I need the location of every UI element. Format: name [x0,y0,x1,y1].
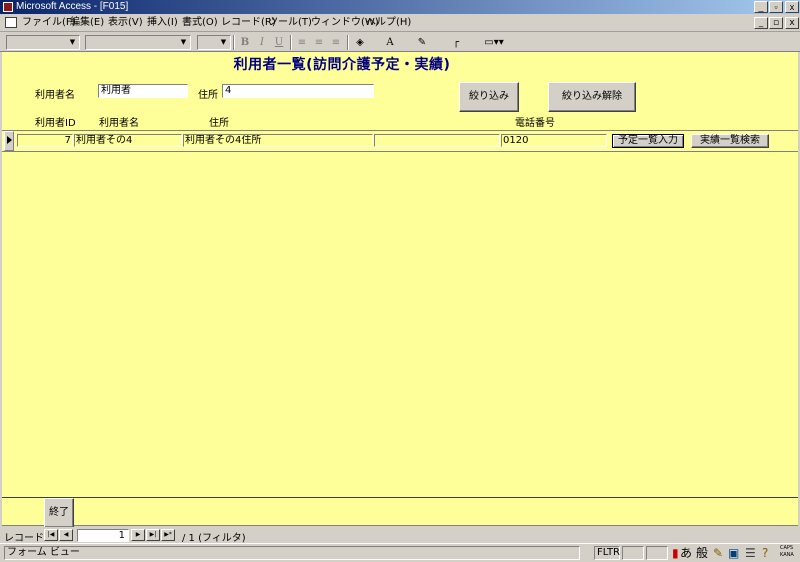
doc-close-button[interactable]: x [785,17,799,29]
title-bar: Microsoft Access - [F015] _ ▫ x [0,0,800,14]
fill-color-icon[interactable]: ◈ [352,35,368,50]
address-filter-input[interactable]: 4 [222,84,374,98]
doc-restore-button[interactable]: ▫ [769,17,783,29]
underline-button[interactable]: U [271,35,287,50]
caps-indicator: CAPS [780,545,794,551]
address-filter-label: 住所 [198,90,218,101]
object-combo[interactable]: ▼ [6,35,80,50]
menu-bar: ファイル(F) 編集(E) 表示(V) 挿入(I) 書式(O) レコード(R) … [0,14,800,32]
header-user-name: 利用者名 [99,118,139,129]
align-right-icon[interactable]: ≡ [328,35,344,50]
record-selector[interactable] [4,131,14,151]
font-color-icon[interactable]: A [382,35,398,50]
user-name-field[interactable]: 利用者その4 [74,134,182,147]
ime-help-icon[interactable]: ? [762,546,768,560]
minimize-button[interactable]: _ [754,1,768,13]
phone-field[interactable]: 0120 [501,134,607,147]
italic-button[interactable]: I [254,35,270,50]
exit-button[interactable]: 終了 [44,498,74,528]
form-body: 利用者一覧(訪問介護予定・実績) 利用者名 利用者 住所 4 絞り込み 絞り込み… [2,52,798,528]
menu-file[interactable]: ファイル(F) [22,16,76,30]
menu-tools[interactable]: ツール(T) [268,16,312,30]
ime-tool-icon[interactable]: ✎ [713,546,723,560]
menu-edit[interactable]: 編集(E) [70,16,104,30]
ime-pad-icon[interactable]: ▣ [728,546,739,560]
apply-filter-button[interactable]: 絞り込み [459,82,519,112]
toolbar-separator [347,35,349,50]
name-filter-label: 利用者名 [35,90,75,101]
ime-hiragana[interactable]: あ [680,546,692,560]
access-app-icon [3,2,13,12]
doc-minimize-button[interactable]: _ [754,17,768,29]
footer-divider [2,497,798,498]
next-record-icon[interactable]: ▶ [131,529,145,541]
menu-insert[interactable]: 挿入(I) [147,16,178,30]
menu-view[interactable]: 表示(V) [108,16,143,30]
font-name-combo[interactable]: ▼ [85,35,191,50]
view-status: フォーム ビュー [4,546,580,560]
first-record-icon[interactable]: |◀ [44,529,58,541]
schedule-input-button[interactable]: 予定一覧入力 [612,134,684,148]
special-effect-icon[interactable]: ▭▾▾ [476,35,512,50]
table-row[interactable]: 7 利用者その4 利用者その4住所 0120 予定一覧入力 実績一覧検索 [2,130,798,152]
header-address: 住所 [209,118,229,129]
record-number-input[interactable]: 1 [77,529,129,542]
restore-button[interactable]: ▫ [769,1,783,13]
form-window-icon[interactable] [5,17,17,28]
kana-indicator: KANA [780,552,794,558]
chevron-down-icon: ▼ [180,38,187,46]
ime-mode[interactable]: 般 [696,546,708,560]
status-panel [646,546,668,560]
font-size-combo[interactable]: ▼ [197,35,231,50]
user-id-field[interactable]: 7 [17,134,73,147]
prev-record-icon[interactable]: ◀ [59,529,73,541]
status-panel [622,546,644,560]
border-width-icon[interactable]: ┌ [448,35,464,50]
chevron-down-icon: ▼ [220,38,227,46]
header-user-id: 利用者ID [35,118,76,129]
last-record-icon[interactable]: ▶| [146,529,160,541]
toolbar-separator [233,35,235,50]
close-button[interactable]: x [785,1,799,13]
chevron-down-icon: ▼ [69,38,76,46]
window-title: Microsoft Access - [F015] [16,1,129,12]
toolbar-separator [290,35,292,50]
record-count: / 1 (フィルタ) [182,533,246,544]
formatting-toolbar: ▼ ▼ ▼ B I U ≡ ≡ ≡ ◈ A ✎ ┌ ▭▾▾ [0,32,800,52]
page-title: 利用者一覧(訪問介護予定・実績) [233,57,451,73]
new-record-icon[interactable]: ▶* [161,529,175,541]
header-phone: 電話番号 [515,118,555,129]
record-label: レコード: [4,533,48,544]
record-navigation: レコード: |◀ ◀ 1 ▶ ▶| ▶* / 1 (フィルタ) [0,527,800,544]
menu-help[interactable]: ヘルプ(H) [366,16,411,30]
ime-indicator-icon[interactable]: ▮ [672,546,679,560]
address-field[interactable]: 利用者その4住所 [183,134,373,147]
clear-filter-button[interactable]: 絞り込み解除 [548,82,636,112]
results-search-button[interactable]: 実績一覧検索 [691,134,769,148]
align-left-icon[interactable]: ≡ [294,35,310,50]
line-color-icon[interactable]: ✎ [414,35,430,50]
ime-dictionary-icon[interactable]: ☰ [745,546,756,560]
blank-field[interactable] [374,134,500,147]
name-filter-input[interactable]: 利用者 [98,84,188,98]
align-center-icon[interactable]: ≡ [311,35,327,50]
bold-button[interactable]: B [237,35,253,50]
filter-indicator: FLTR [594,546,620,560]
menu-format[interactable]: 書式(O) [182,16,218,30]
status-bar: フォーム ビュー FLTR ▮ あ 般 ✎ ▣ ☰ ? CAPS KANA [0,543,800,562]
